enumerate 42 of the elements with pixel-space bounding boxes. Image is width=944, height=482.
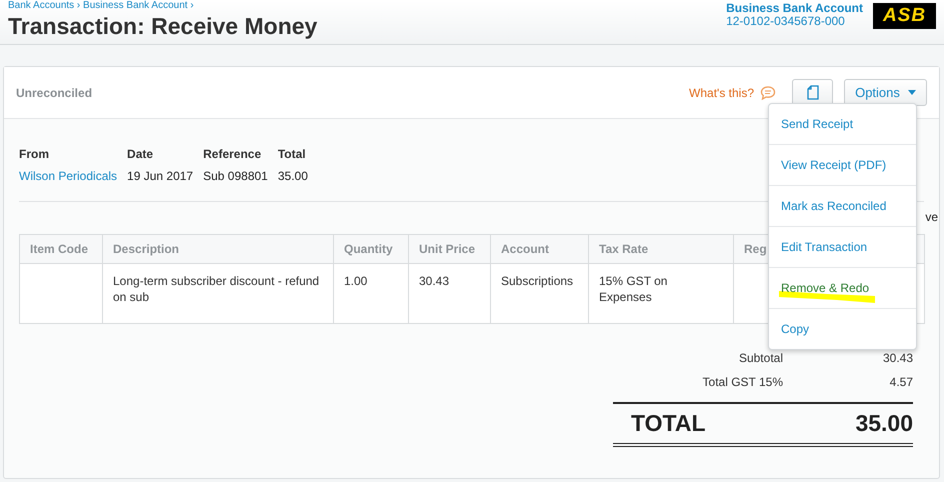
- total-label: Total GST 15%: [702, 375, 783, 389]
- column-header: Quantity: [334, 234, 408, 264]
- menu-item[interactable]: Copy: [769, 308, 916, 349]
- table-cell: 15% GST on Expenses: [599, 274, 668, 304]
- table-cell: Subscriptions: [501, 274, 574, 288]
- table-cell: 1.00: [344, 274, 368, 288]
- column-header: Account: [490, 234, 588, 264]
- bank-logo: ASB: [873, 3, 936, 29]
- summary-value: 35.00: [278, 169, 308, 183]
- options-button[interactable]: Options: [844, 79, 927, 106]
- document-icon: [806, 85, 818, 100]
- total-label: Subtotal: [738, 351, 783, 365]
- menu-item[interactable]: Mark as Reconciled: [769, 185, 916, 226]
- summary-heading: From: [19, 147, 50, 161]
- column-header: Unit Price: [408, 234, 490, 264]
- summary-value: Sub 098801: [203, 169, 268, 183]
- contact-link[interactable]: Wilson Periodicals: [19, 169, 118, 183]
- account-name[interactable]: Business Bank Account: [726, 2, 863, 15]
- caret-icon: [908, 90, 916, 95]
- total-value: 4.57: [888, 375, 913, 389]
- menu-item[interactable]: Edit Transaction: [769, 226, 916, 267]
- account-number: 12-0102-0345678-000: [726, 15, 846, 28]
- summary-value: 19 Jun 2017: [127, 169, 194, 183]
- tax-note: ve: [925, 210, 938, 224]
- breadcrumb[interactable]: Bank Accounts › Business Bank Account ›: [8, 0, 318, 12]
- grand-total-label: TOTAL: [631, 410, 706, 437]
- table-cell: Long-term subscriber discount - refund on sub: [113, 274, 320, 304]
- page-title: Transaction: Receive Money: [8, 12, 318, 40]
- menu-item[interactable]: Send Receipt: [769, 104, 916, 144]
- total-value: 30.43: [882, 351, 913, 365]
- summary-heading: Reference: [203, 147, 262, 161]
- column-header: Item Code: [20, 234, 102, 264]
- column-header: Description: [102, 234, 334, 264]
- menu-item[interactable]: View Receipt (PDF): [769, 144, 916, 185]
- whats-this-link[interactable]: What's this?: [689, 86, 754, 100]
- table-cell: 30.43: [419, 274, 450, 288]
- summary-heading: Date: [127, 147, 154, 161]
- column-header: Tax Rate: [588, 234, 734, 264]
- status-label: Unreconciled: [16, 86, 94, 100]
- speech-bubble-icon: [760, 86, 776, 100]
- summary-heading: Total: [278, 147, 307, 161]
- grand-total-value: 35.00: [855, 410, 913, 437]
